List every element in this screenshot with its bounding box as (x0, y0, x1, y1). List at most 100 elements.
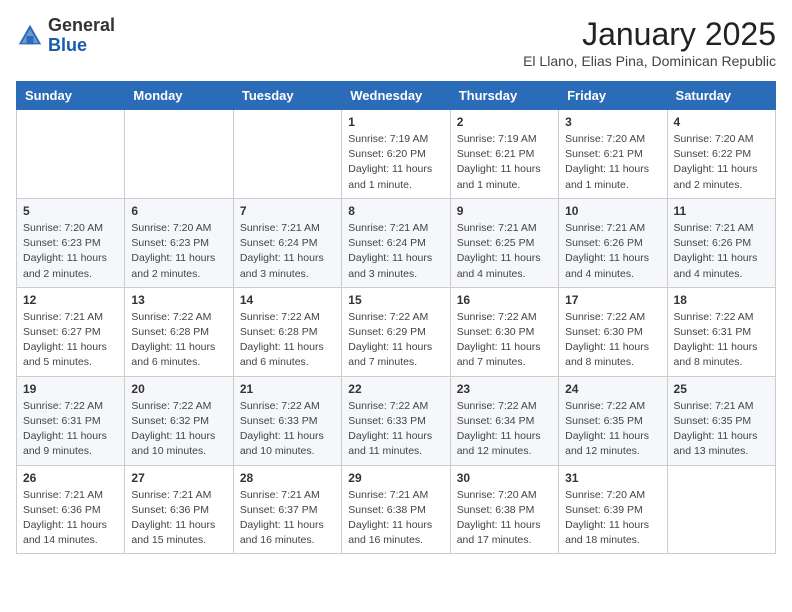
calendar-cell (233, 110, 341, 199)
calendar-cell: 29 Sunrise: 7:21 AMSunset: 6:38 PMDayligh… (342, 465, 450, 554)
weekday-header-monday: Monday (125, 82, 233, 110)
calendar-cell: 28 Sunrise: 7:21 AMSunset: 6:37 PMDayligh… (233, 465, 341, 554)
logo: General Blue (16, 16, 115, 56)
day-info: Sunrise: 7:21 AMSunset: 6:27 PMDaylight:… (23, 310, 118, 371)
day-number: 15 (348, 293, 443, 307)
calendar-cell: 14Sunrise: 7:22 AMSunset: 6:28 PMDayligh… (233, 287, 341, 376)
day-number: 10 (565, 204, 660, 218)
day-info: Sunrise: 7:22 AMSunset: 6:32 PMDaylight:… (131, 399, 226, 460)
day-number: 8 (348, 204, 443, 218)
day-number: 7 (240, 204, 335, 218)
day-number: 18 (674, 293, 769, 307)
calendar-cell (17, 110, 125, 199)
weekday-header-friday: Friday (559, 82, 667, 110)
day-number: 20 (131, 382, 226, 396)
logo-text: General Blue (48, 16, 115, 56)
calendar-cell: 2 Sunrise: 7:19 AMSunset: 6:21 PMDaylight… (450, 110, 558, 199)
day-number: 31 (565, 471, 660, 485)
calendar-cell: 3 Sunrise: 7:20 AMSunset: 6:21 PMDaylight… (559, 110, 667, 199)
day-info: Sunrise: 7:20 AMSunset: 6:39 PMDaylight:… (565, 488, 660, 549)
day-number: 1 (348, 115, 443, 129)
calendar-cell (667, 465, 775, 554)
day-info: Sunrise: 7:22 AMSunset: 6:31 PMDaylight:… (23, 399, 118, 460)
calendar-cell: 22 Sunrise: 7:22 AMSunset: 6:33 PMDayligh… (342, 376, 450, 465)
day-number: 14 (240, 293, 335, 307)
title-block: January 2025 El Llano, Elias Pina, Domin… (523, 16, 776, 69)
day-number: 2 (457, 115, 552, 129)
day-number: 19 (23, 382, 118, 396)
calendar-cell: 20 Sunrise: 7:22 AMSunset: 6:32 PMDayligh… (125, 376, 233, 465)
day-number: 16 (457, 293, 552, 307)
day-info: Sunrise: 7:21 AMSunset: 6:24 PMDaylight:… (348, 221, 443, 282)
day-number: 23 (457, 382, 552, 396)
calendar-cell: 24Sunrise: 7:22 AMSunset: 6:35 PMDayligh… (559, 376, 667, 465)
day-info: Sunrise: 7:20 AMSunset: 6:23 PMDaylight:… (23, 221, 118, 282)
day-info: Sunrise: 7:22 AMSunset: 6:33 PMDaylight:… (348, 399, 443, 460)
weekday-header-thursday: Thursday (450, 82, 558, 110)
day-info: Sunrise: 7:20 AMSunset: 6:21 PMDaylight:… (565, 132, 660, 193)
calendar-week-row: 5 Sunrise: 7:20 AMSunset: 6:23 PMDaylight… (17, 198, 776, 287)
weekday-header-saturday: Saturday (667, 82, 775, 110)
calendar-week-row: 12Sunrise: 7:21 AMSunset: 6:27 PMDayligh… (17, 287, 776, 376)
calendar-cell: 17 Sunrise: 7:22 AMSunset: 6:30 PMDayligh… (559, 287, 667, 376)
day-info: Sunrise: 7:21 AMSunset: 6:26 PMDaylight:… (674, 221, 769, 282)
calendar-cell: 16 Sunrise: 7:22 AMSunset: 6:30 PMDayligh… (450, 287, 558, 376)
day-info: Sunrise: 7:21 AMSunset: 6:37 PMDaylight:… (240, 488, 335, 549)
calendar-cell: 10 Sunrise: 7:21 AMSunset: 6:26 PMDayligh… (559, 198, 667, 287)
calendar-cell: 5 Sunrise: 7:20 AMSunset: 6:23 PMDaylight… (17, 198, 125, 287)
page-header: General Blue January 2025 El Llano, Elia… (16, 16, 776, 69)
day-number: 22 (348, 382, 443, 396)
logo-icon (16, 22, 44, 50)
day-number: 4 (674, 115, 769, 129)
calendar-cell: 21 Sunrise: 7:22 AMSunset: 6:33 PMDayligh… (233, 376, 341, 465)
day-info: Sunrise: 7:21 AMSunset: 6:35 PMDaylight:… (674, 399, 769, 460)
day-number: 25 (674, 382, 769, 396)
calendar-week-row: 19 Sunrise: 7:22 AMSunset: 6:31 PMDayligh… (17, 376, 776, 465)
calendar-table: SundayMondayTuesdayWednesdayThursdayFrid… (16, 81, 776, 554)
calendar-week-row: 1Sunrise: 7:19 AMSunset: 6:20 PMDaylight… (17, 110, 776, 199)
calendar-cell: 4Sunrise: 7:20 AMSunset: 6:22 PMDaylight… (667, 110, 775, 199)
calendar-cell: 1Sunrise: 7:19 AMSunset: 6:20 PMDaylight… (342, 110, 450, 199)
calendar-cell: 19 Sunrise: 7:22 AMSunset: 6:31 PMDayligh… (17, 376, 125, 465)
calendar-cell: 13Sunrise: 7:22 AMSunset: 6:28 PMDayligh… (125, 287, 233, 376)
day-number: 28 (240, 471, 335, 485)
day-info: Sunrise: 7:22 AMSunset: 6:30 PMDaylight:… (457, 310, 552, 371)
calendar-cell: 6 Sunrise: 7:20 AMSunset: 6:23 PMDaylight… (125, 198, 233, 287)
calendar-cell: 18 Sunrise: 7:22 AMSunset: 6:31 PMDayligh… (667, 287, 775, 376)
calendar-cell: 12Sunrise: 7:21 AMSunset: 6:27 PMDayligh… (17, 287, 125, 376)
day-number: 13 (131, 293, 226, 307)
weekday-header-sunday: Sunday (17, 82, 125, 110)
calendar-cell: 15 Sunrise: 7:22 AMSunset: 6:29 PMDayligh… (342, 287, 450, 376)
calendar-cell: 8 Sunrise: 7:21 AMSunset: 6:24 PMDaylight… (342, 198, 450, 287)
day-number: 9 (457, 204, 552, 218)
logo-general-text: General (48, 15, 115, 35)
day-number: 21 (240, 382, 335, 396)
day-info: Sunrise: 7:21 AMSunset: 6:38 PMDaylight:… (348, 488, 443, 549)
day-number: 5 (23, 204, 118, 218)
day-number: 3 (565, 115, 660, 129)
calendar-cell (125, 110, 233, 199)
day-info: Sunrise: 7:22 AMSunset: 6:31 PMDaylight:… (674, 310, 769, 371)
logo-blue-text: Blue (48, 35, 87, 55)
day-number: 24 (565, 382, 660, 396)
weekday-header-wednesday: Wednesday (342, 82, 450, 110)
day-number: 17 (565, 293, 660, 307)
weekday-header-row: SundayMondayTuesdayWednesdayThursdayFrid… (17, 82, 776, 110)
day-number: 30 (457, 471, 552, 485)
day-info: Sunrise: 7:21 AMSunset: 6:26 PMDaylight:… (565, 221, 660, 282)
calendar-cell: 25 Sunrise: 7:21 AMSunset: 6:35 PMDayligh… (667, 376, 775, 465)
day-info: Sunrise: 7:20 AMSunset: 6:23 PMDaylight:… (131, 221, 226, 282)
calendar-cell: 11Sunrise: 7:21 AMSunset: 6:26 PMDayligh… (667, 198, 775, 287)
day-info: Sunrise: 7:21 AMSunset: 6:25 PMDaylight:… (457, 221, 552, 282)
day-info: Sunrise: 7:22 AMSunset: 6:29 PMDaylight:… (348, 310, 443, 371)
day-info: Sunrise: 7:19 AMSunset: 6:21 PMDaylight:… (457, 132, 552, 193)
calendar-subtitle: El Llano, Elias Pina, Dominican Republic (523, 53, 776, 69)
day-number: 29 (348, 471, 443, 485)
calendar-cell: 27 Sunrise: 7:21 AMSunset: 6:36 PMDayligh… (125, 465, 233, 554)
day-number: 6 (131, 204, 226, 218)
day-info: Sunrise: 7:21 AMSunset: 6:36 PMDaylight:… (131, 488, 226, 549)
day-number: 27 (131, 471, 226, 485)
day-info: Sunrise: 7:22 AMSunset: 6:30 PMDaylight:… (565, 310, 660, 371)
day-info: Sunrise: 7:21 AMSunset: 6:36 PMDaylight:… (23, 488, 118, 549)
day-info: Sunrise: 7:22 AMSunset: 6:33 PMDaylight:… (240, 399, 335, 460)
